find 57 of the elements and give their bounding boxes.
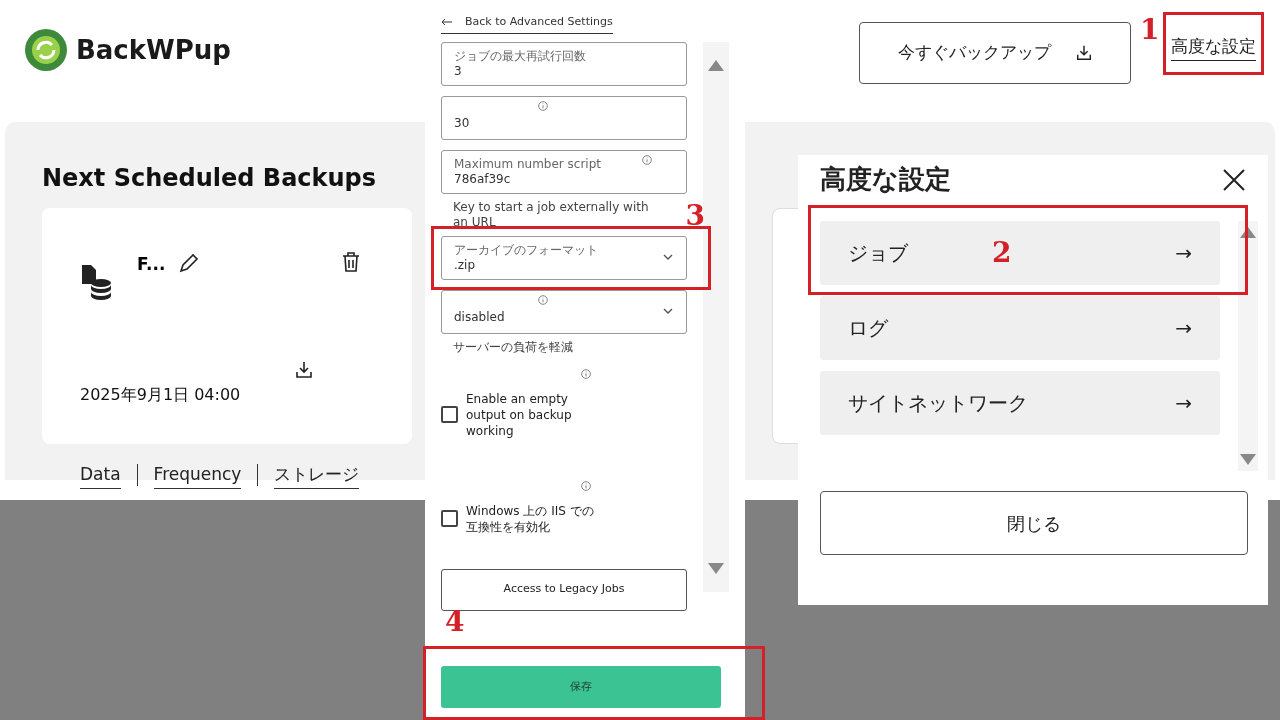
step-number: 2 <box>992 239 1012 267</box>
section-title: Next Scheduled Backups <box>42 163 377 194</box>
field-value: disabled <box>454 310 505 325</box>
input-field[interactable]: 30 <box>441 95 687 140</box>
info-icon[interactable] <box>642 154 652 165</box>
backup-tab[interactable]: ストレージ <box>274 462 360 489</box>
settings-menu-item[interactable]: サイトネットワーク → <box>820 371 1220 435</box>
logo-text: BackWPup <box>76 33 231 67</box>
checkbox-label: Windows 上の IIS での互換性を有効化 <box>466 502 595 535</box>
checkbox[interactable] <box>441 406 458 423</box>
field-note: Key to start a job externally with an URL <box>453 199 650 230</box>
download-icon[interactable] <box>1074 44 1093 62</box>
input-field[interactable]: ジョブの最大再試行回数 3 <box>441 41 687 86</box>
field-label: Maximum number script <box>454 156 602 172</box>
info-icon[interactable] <box>581 368 591 379</box>
close-icon[interactable] <box>1222 167 1246 192</box>
field-note: サーバーの負荷を軽減 <box>453 339 573 355</box>
backup-name: F... <box>137 253 166 276</box>
advanced-settings-link[interactable]: 高度な設定 <box>1171 34 1256 61</box>
field-label: アーカイブのフォーマット <box>454 242 598 258</box>
pencil-icon[interactable] <box>177 251 201 275</box>
select-field[interactable]: アーカイブのフォーマット .zip <box>441 235 687 280</box>
save-button[interactable]: 保存 <box>441 666 721 708</box>
backup-now-button[interactable]: 今すぐバックアップ <box>859 22 1131 84</box>
logo-icon <box>24 28 68 72</box>
download-icon[interactable] <box>294 360 314 380</box>
backup-tab[interactable]: Data <box>80 462 121 489</box>
back-link[interactable]: Back to Advanced Settings <box>441 14 613 34</box>
checkbox-label: Enable an empty output on backup working <box>466 390 573 439</box>
field-value: 30 <box>454 116 470 131</box>
scroll-up-icon[interactable] <box>1238 225 1258 239</box>
chevron-down-icon <box>662 306 674 315</box>
step-number: 3 <box>685 201 705 230</box>
close-button[interactable]: 閉じる <box>820 491 1248 555</box>
info-icon[interactable] <box>538 294 548 305</box>
field-value: 3 <box>454 63 462 79</box>
step-number: 4 <box>445 608 465 636</box>
step-number: 1 <box>1140 16 1160 44</box>
scroll-down-icon[interactable] <box>1238 453 1258 467</box>
settings-menu-item[interactable]: ログ → <box>820 296 1220 360</box>
backup-date: 2025年9月1日 04:00 <box>80 384 241 406</box>
legacy-jobs-button[interactable]: Access to Legacy Jobs <box>441 568 687 611</box>
field-value: 786af39c <box>454 171 511 187</box>
arrow-left-icon <box>441 18 453 27</box>
trash-icon[interactable] <box>340 250 362 274</box>
checkbox[interactable] <box>441 510 458 527</box>
info-icon[interactable] <box>581 480 591 491</box>
info-icon[interactable] <box>538 100 548 111</box>
dialog-title: 高度な設定 <box>820 163 951 196</box>
input-field[interactable]: Maximum number script 786af39c <box>441 149 687 194</box>
backup-tab[interactable]: Frequency <box>153 462 242 489</box>
field-value: .zip <box>454 257 476 273</box>
database-file-icon <box>82 265 114 301</box>
field-label: ジョブの最大再試行回数 <box>454 48 586 64</box>
scroll-down-icon[interactable] <box>706 561 726 576</box>
chevron-down-icon <box>662 252 674 261</box>
select-field[interactable]: disabled <box>441 289 687 334</box>
